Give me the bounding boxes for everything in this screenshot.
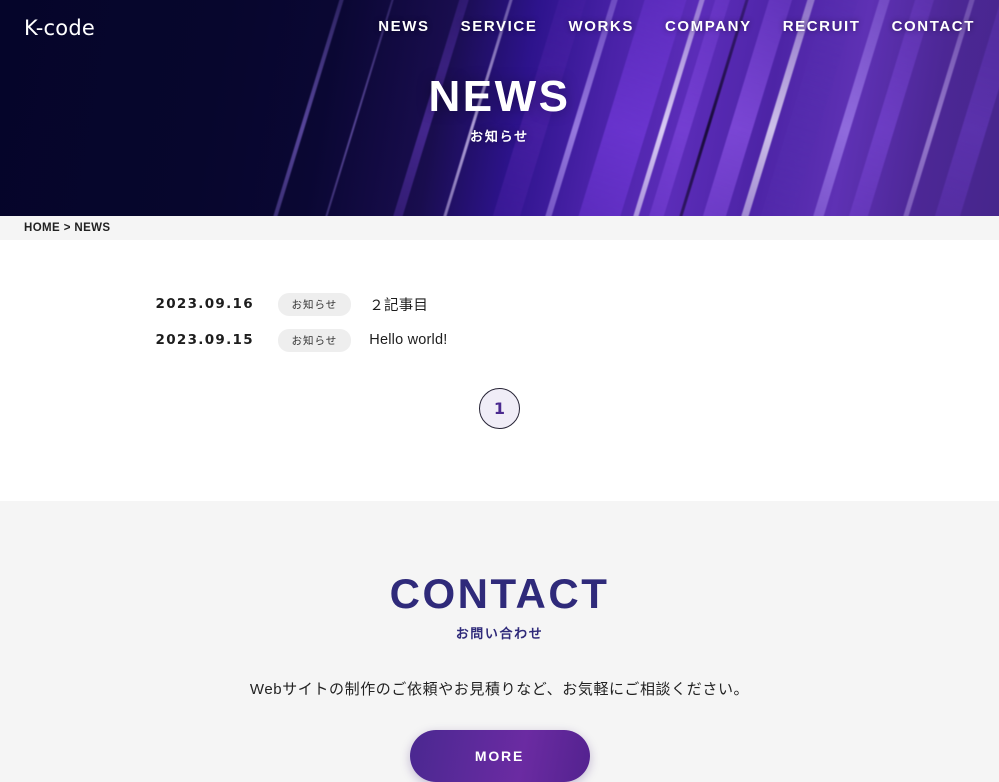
news-title-link[interactable]: ２記事目 — [369, 294, 428, 315]
contact-section: CONTACT お問い合わせ Webサイトの制作のご依頼やお見積りなど、お気軽に… — [0, 501, 999, 782]
hero-banner: K-code NEWS SERVICE WORKS COMPANY RECRUI… — [0, 0, 999, 216]
nav-item-recruit[interactable]: RECRUIT — [783, 18, 861, 36]
nav-item-company[interactable]: COMPANY — [665, 18, 752, 36]
breadcrumb[interactable]: HOME > NEWS — [24, 222, 111, 234]
nav-item-service[interactable]: SERVICE — [461, 18, 538, 36]
nav-link-contact[interactable]: CONTACT — [892, 18, 975, 35]
nav-link-works[interactable]: WORKS — [568, 18, 634, 35]
more-button[interactable]: MORE — [409, 730, 590, 782]
nav-item-contact[interactable]: CONTACT — [892, 18, 975, 36]
breadcrumb-bar: HOME > NEWS — [0, 216, 999, 240]
news-list: 2023.09.16 お知らせ ２記事目 2023.09.15 お知らせ Hel… — [90, 286, 910, 358]
nav-list: NEWS SERVICE WORKS COMPANY RECRUIT CONTA… — [378, 18, 975, 36]
nav-link-recruit[interactable]: RECRUIT — [783, 18, 861, 35]
contact-cta-wrap: MORE — [0, 730, 999, 782]
news-section: 2023.09.16 お知らせ ２記事目 2023.09.15 お知らせ Hel… — [0, 240, 999, 501]
hero-heading-group: NEWS お知らせ — [0, 72, 999, 145]
nav-link-service[interactable]: SERVICE — [461, 18, 538, 35]
contact-description: Webサイトの制作のご依頼やお見積りなど、お気軽にご相談ください。 — [249, 681, 750, 698]
news-date: 2023.09.16 — [155, 296, 254, 312]
nav-link-company[interactable]: COMPANY — [665, 18, 752, 35]
page-subtitle: お知らせ — [470, 129, 529, 145]
list-item[interactable]: 2023.09.15 お知らせ Hello world! — [90, 322, 910, 358]
status-badge: お知らせ — [277, 328, 352, 352]
pagination-page-1[interactable]: 1 — [479, 388, 520, 429]
news-title-link[interactable]: Hello world! — [369, 332, 447, 348]
news-date: 2023.09.15 — [155, 332, 254, 348]
main-navigation[interactable]: K-code NEWS SERVICE WORKS COMPANY RECRUI… — [0, 0, 999, 56]
page-title: NEWS — [428, 72, 571, 121]
pagination: 1 — [0, 388, 999, 429]
contact-subtitle: お問い合わせ — [455, 626, 544, 641]
nav-link-news[interactable]: NEWS — [378, 18, 429, 35]
nav-item-news[interactable]: NEWS — [378, 18, 429, 36]
nav-item-works[interactable]: WORKS — [568, 18, 634, 36]
contact-title: CONTACT — [389, 570, 610, 617]
list-item[interactable]: 2023.09.16 お知らせ ２記事目 — [90, 286, 910, 322]
site-logo[interactable]: K-code — [24, 16, 95, 40]
status-badge: お知らせ — [277, 292, 352, 316]
